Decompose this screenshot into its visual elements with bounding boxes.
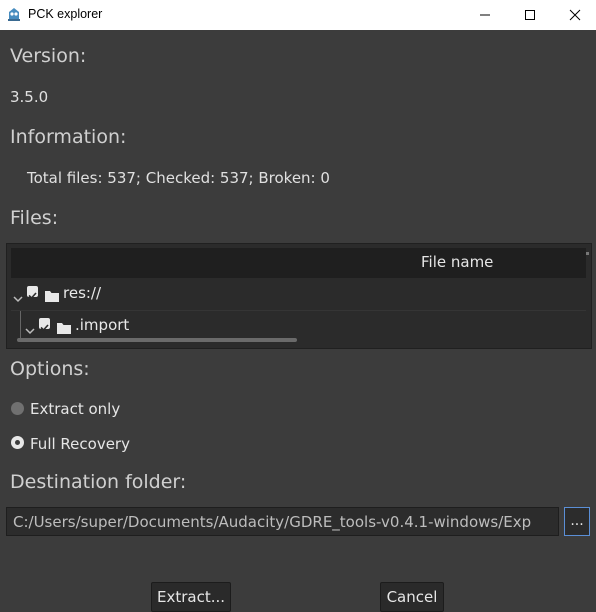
tree-column-header[interactable]: File name xyxy=(11,248,589,278)
browse-button[interactable]: ... xyxy=(564,507,590,536)
horizontal-scrollbar[interactable] xyxy=(17,338,297,342)
cancel-button[interactable]: Cancel xyxy=(380,582,444,612)
folder-icon xyxy=(45,287,59,306)
scroll-indicator xyxy=(586,252,589,255)
folder-icon xyxy=(57,319,71,338)
file-name-column-title: File name xyxy=(421,253,494,271)
tree-row-import[interactable]: .import xyxy=(11,310,586,341)
minimize-icon xyxy=(480,14,490,16)
minimize-button[interactable] xyxy=(462,0,508,30)
maximize-button[interactable] xyxy=(507,0,553,30)
checkbox-res[interactable] xyxy=(27,286,38,300)
check-icon xyxy=(40,324,49,332)
tree-guide-line xyxy=(20,311,21,341)
information-heading: Information: xyxy=(10,126,127,148)
close-button[interactable] xyxy=(552,0,596,30)
full-recovery-radio[interactable] xyxy=(11,436,24,449)
destination-heading: Destination folder: xyxy=(10,471,187,493)
checkbox-import[interactable] xyxy=(39,318,50,332)
destination-folder-input[interactable] xyxy=(6,507,559,536)
window-title: PCK explorer xyxy=(28,7,103,21)
dialog-content: Version: 3.5.0 Information: Total files:… xyxy=(0,30,596,612)
close-icon xyxy=(569,9,581,21)
information-text: Total files: 537; Checked: 537; Broken: … xyxy=(27,169,330,187)
title-bar: PCK explorer xyxy=(0,0,596,30)
files-tree[interactable]: File name res:// .import xyxy=(6,243,592,349)
options-heading: Options: xyxy=(10,358,90,380)
extract-only-radio[interactable] xyxy=(11,402,24,415)
files-heading: Files: xyxy=(10,207,59,229)
version-value: 3.5.0 xyxy=(10,88,49,106)
check-icon xyxy=(28,292,37,300)
version-heading: Version: xyxy=(10,45,87,67)
chevron-down-icon[interactable] xyxy=(25,320,35,339)
full-recovery-label[interactable]: Full Recovery xyxy=(30,435,130,453)
tree-row-res[interactable]: res:// xyxy=(11,279,586,309)
chevron-down-icon[interactable] xyxy=(13,288,23,307)
extract-button[interactable]: Extract... xyxy=(151,582,231,612)
tree-item-label: .import xyxy=(75,316,130,334)
extract-only-label[interactable]: Extract only xyxy=(30,400,120,418)
godot-icon xyxy=(7,6,21,22)
tree-item-label: res:// xyxy=(63,284,102,302)
maximize-icon xyxy=(525,10,535,20)
